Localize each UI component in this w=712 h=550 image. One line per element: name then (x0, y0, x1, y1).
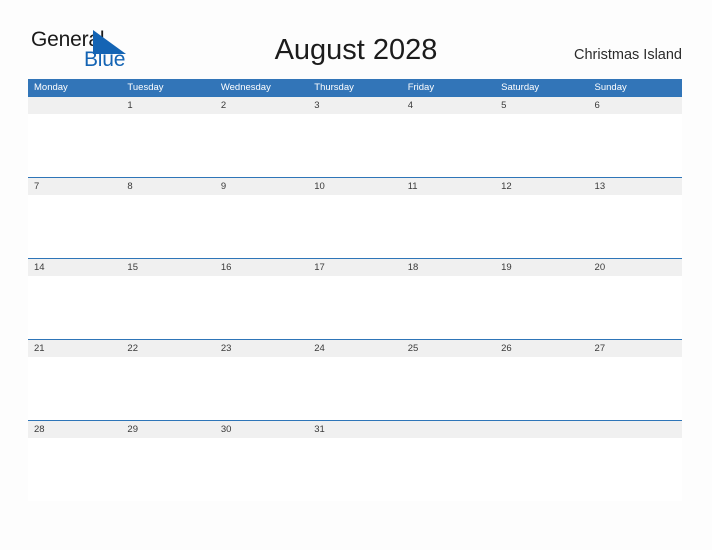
day-cell[interactable]: 16 (215, 259, 308, 276)
week-note-area[interactable] (28, 438, 682, 501)
week-note-area[interactable] (28, 114, 682, 177)
day-cell[interactable]: 18 (402, 259, 495, 276)
day-cell[interactable] (402, 421, 495, 438)
weekday-header-row: Monday Tuesday Wednesday Thursday Friday… (28, 79, 682, 96)
weekday-header-thursday: Thursday (314, 82, 354, 93)
week-date-band: 28 29 30 31 (28, 421, 682, 438)
location-label: Christmas Island (574, 47, 682, 63)
day-cell[interactable]: 24 (308, 340, 401, 357)
day-cell[interactable]: 19 (495, 259, 588, 276)
day-cell[interactable]: 9 (215, 178, 308, 195)
week-row: 14 15 16 17 18 19 20 (28, 258, 682, 339)
week-row: 21 22 23 24 25 26 27 (28, 339, 682, 420)
day-cell[interactable] (589, 421, 682, 438)
day-cell[interactable]: 1 (121, 97, 214, 114)
weekday-header-wednesday: Wednesday (220, 82, 271, 93)
week-row: 7 8 9 10 11 12 13 (28, 177, 682, 258)
week-date-band: 21 22 23 24 25 26 27 (28, 340, 682, 357)
day-cell[interactable]: 26 (495, 340, 588, 357)
week-date-band: 1 2 3 4 5 6 (28, 97, 682, 114)
day-cell[interactable]: 10 (308, 178, 401, 195)
day-cell[interactable]: 23 (215, 340, 308, 357)
week-note-area[interactable] (28, 357, 682, 420)
day-cell[interactable]: 27 (589, 340, 682, 357)
day-cell[interactable]: 22 (121, 340, 214, 357)
day-cell[interactable]: 3 (308, 97, 401, 114)
day-cell[interactable]: 29 (121, 421, 214, 438)
week-row: 1 2 3 4 5 6 (28, 96, 682, 177)
weekday-header-monday: Monday (34, 82, 68, 93)
calendar-page: General Blue August 2028 Christmas Islan… (0, 0, 712, 550)
weekday-header-tuesday: Tuesday (127, 82, 164, 93)
day-cell[interactable]: 5 (495, 97, 588, 114)
day-cell[interactable]: 4 (402, 97, 495, 114)
day-cell[interactable]: 20 (589, 259, 682, 276)
weekday-header-saturday: Saturday (501, 82, 540, 93)
day-cell[interactable]: 21 (28, 340, 121, 357)
day-cell[interactable]: 30 (215, 421, 308, 438)
weekday-header-friday: Friday (407, 82, 435, 93)
day-cell[interactable]: 25 (402, 340, 495, 357)
day-cell[interactable]: 17 (308, 259, 401, 276)
week-note-area[interactable] (28, 276, 682, 339)
day-cell[interactable] (495, 421, 588, 438)
day-cell[interactable]: 11 (402, 178, 495, 195)
week-date-band: 7 8 9 10 11 12 13 (28, 178, 682, 195)
day-cell[interactable] (28, 97, 121, 114)
day-cell[interactable]: 14 (28, 259, 121, 276)
week-note-area[interactable] (28, 195, 682, 258)
day-cell[interactable]: 6 (589, 97, 682, 114)
day-cell[interactable]: 13 (589, 178, 682, 195)
day-cell[interactable]: 12 (495, 178, 588, 195)
calendar-grid: Monday Tuesday Wednesday Thursday Friday… (28, 79, 682, 501)
day-cell[interactable]: 28 (28, 421, 121, 438)
day-cell[interactable]: 2 (215, 97, 308, 114)
week-date-band: 14 15 16 17 18 19 20 (28, 259, 682, 276)
page-header: General Blue August 2028 Christmas Islan… (0, 0, 712, 79)
day-cell[interactable]: 15 (121, 259, 214, 276)
week-row: 28 29 30 31 (28, 420, 682, 501)
weekday-header-sunday: Sunday (594, 82, 627, 93)
day-cell[interactable]: 7 (28, 178, 121, 195)
day-cell[interactable]: 8 (121, 178, 214, 195)
day-cell[interactable]: 31 (308, 421, 401, 438)
